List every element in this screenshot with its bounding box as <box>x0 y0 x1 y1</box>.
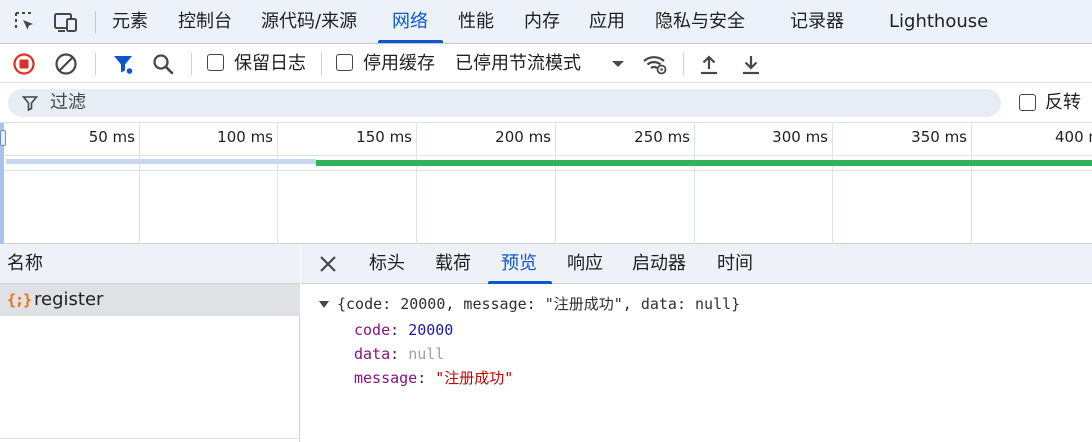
timeline-gridline <box>555 123 556 244</box>
disable-cache-label[interactable]: 停用缓存 <box>363 44 435 83</box>
inspect-element-icon[interactable] <box>12 0 38 44</box>
timeline-waiting-bar <box>6 159 316 164</box>
request-row[interactable]: {;} register <box>0 284 300 316</box>
toolbar-divider <box>95 11 96 33</box>
import-har-icon[interactable] <box>697 44 721 83</box>
json-field-row[interactable]: code: 20000 <box>354 318 453 342</box>
timeline-tick-label: 400 ms <box>1055 128 1092 146</box>
name-column-header[interactable]: 名称 <box>7 244 43 284</box>
tab-elements[interactable]: 元素 <box>112 0 148 44</box>
timeline-tick-label: 50 ms <box>88 128 135 146</box>
json-colon: : <box>390 321 409 339</box>
device-toolbar-icon[interactable] <box>52 0 82 44</box>
active-tab-indicator <box>378 40 443 43</box>
tab-headers[interactable]: 标头 <box>369 244 405 284</box>
tab-application[interactable]: 应用 <box>589 0 625 44</box>
filter-bar: 过滤 反转 <box>0 83 1092 123</box>
tab-response[interactable]: 响应 <box>567 244 603 284</box>
timeline-gridline <box>139 123 140 244</box>
network-conditions-icon[interactable] <box>642 44 668 83</box>
json-colon: : <box>390 345 409 363</box>
request-detail-pane: 标头 载荷 预览 响应 启动器 时间 {code: 20000, message… <box>301 244 1092 442</box>
request-list-header[interactable]: 名称 <box>0 244 300 284</box>
network-toolbar: 保留日志 停用缓存 已停用节流模式 <box>0 44 1092 83</box>
json-key: code <box>354 321 391 339</box>
json-value: null <box>408 345 445 363</box>
timeline-row-divider <box>0 170 1092 171</box>
network-overview-timeline[interactable]: 50 ms 100 ms 150 ms 200 ms 250 ms 300 ms… <box>0 123 1092 244</box>
tab-sources[interactable]: 源代码/来源 <box>261 0 357 44</box>
stop-recording-icon[interactable] <box>12 44 36 83</box>
list-bottom-divider <box>0 438 300 439</box>
timeline-gridline <box>416 123 417 244</box>
toolbar-divider <box>683 53 684 75</box>
tab-memory[interactable]: 内存 <box>524 0 560 44</box>
toolbar-divider <box>95 53 96 75</box>
preserve-log-label[interactable]: 保留日志 <box>234 44 306 83</box>
expand-triangle-icon[interactable] <box>319 301 329 308</box>
timeline-gridline <box>277 123 278 244</box>
tab-recorder[interactable]: 记录器 <box>790 0 844 44</box>
toolbar-divider <box>191 53 192 75</box>
active-detail-tab-indicator <box>488 281 552 284</box>
json-root-row[interactable]: {code: 20000, message: "注册成功", data: nul… <box>301 292 1092 316</box>
export-har-icon[interactable] <box>739 44 763 83</box>
invert-checkbox[interactable] <box>1019 94 1036 111</box>
json-value: "注册成功" <box>435 369 514 387</box>
disable-cache-checkbox[interactable] <box>336 54 353 71</box>
json-field-row[interactable]: message: "注册成功" <box>354 366 513 390</box>
json-value: 20000 <box>408 321 454 339</box>
filter-icon[interactable] <box>111 44 135 83</box>
tab-privacy-security[interactable]: 隐私与安全 <box>655 0 745 44</box>
tab-preview[interactable]: 预览 <box>501 244 537 284</box>
tab-network[interactable]: 网络 <box>392 0 428 44</box>
timeline-tick-label: 300 ms <box>772 128 828 146</box>
tab-lighthouse[interactable]: Lighthouse <box>889 0 988 44</box>
chevron-down-icon[interactable] <box>610 44 626 83</box>
tab-timing[interactable]: 时间 <box>717 244 753 284</box>
timeline-tick-label: 350 ms <box>911 128 967 146</box>
timeline-tick-label: 200 ms <box>495 128 551 146</box>
timeline-tick-label: 100 ms <box>217 128 273 146</box>
timeline-gridline <box>694 123 695 244</box>
timeline-gridline <box>971 123 972 244</box>
filter-funnel-icon <box>22 89 38 117</box>
json-summary: {code: 20000, message: "注册成功", data: nul… <box>337 295 741 313</box>
filter-input[interactable]: 过滤 <box>8 89 1001 117</box>
tab-payload[interactable]: 载荷 <box>435 244 471 284</box>
clear-icon[interactable] <box>54 44 78 83</box>
json-colon: : <box>417 369 436 387</box>
timeline-gridline <box>832 123 833 244</box>
toolbar-divider <box>321 53 322 75</box>
json-key: data <box>354 345 391 363</box>
close-icon[interactable] <box>319 244 337 284</box>
request-name[interactable]: register <box>34 284 103 316</box>
tab-performance[interactable]: 性能 <box>458 0 494 44</box>
fetch-xhr-icon: {;} <box>7 291 32 309</box>
preserve-log-checkbox[interactable] <box>207 54 224 71</box>
search-icon[interactable] <box>151 44 175 83</box>
filter-placeholder: 过滤 <box>50 92 86 113</box>
request-list: 名称 {;} register <box>0 244 300 442</box>
tab-initiator[interactable]: 启动器 <box>632 244 686 284</box>
json-key: message <box>354 369 418 387</box>
throttling-select[interactable]: 已停用节流模式 <box>455 44 581 83</box>
detail-tab-bar: 标头 载荷 预览 响应 启动器 时间 <box>301 244 1092 284</box>
devtools-tab-bar: 元素 控制台 源代码/来源 网络 性能 内存 应用 隐私与安全 记录器 Ligh… <box>0 0 1092 44</box>
timeline-download-bar <box>316 160 1092 166</box>
timeline-tick-label: 150 ms <box>356 128 412 146</box>
invert-label[interactable]: 反转 <box>1045 83 1081 123</box>
timeline-drag-handle[interactable] <box>0 130 6 146</box>
timeline-row-divider <box>0 155 1092 156</box>
timeline-tick-label: 250 ms <box>634 128 690 146</box>
tab-console[interactable]: 控制台 <box>178 0 232 44</box>
json-field-row[interactable]: data: null <box>354 342 444 366</box>
